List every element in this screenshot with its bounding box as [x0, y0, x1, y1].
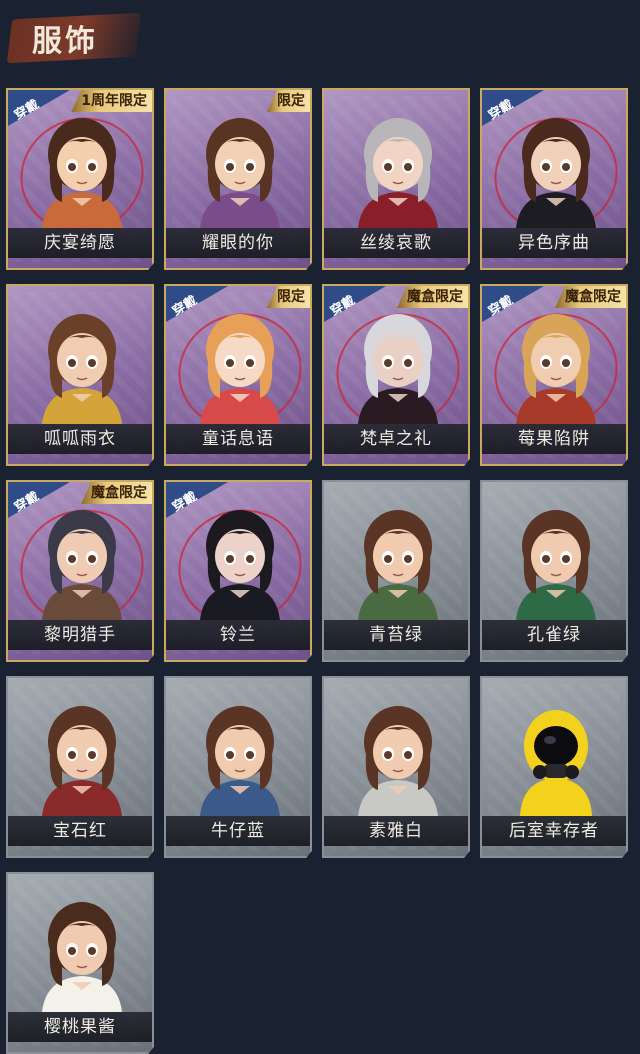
character-portrait: [200, 510, 280, 620]
costume-card[interactable]: 孔雀绿: [480, 480, 628, 662]
costume-card[interactable]: 穿戴 限定 童话息语: [164, 284, 312, 466]
costume-card[interactable]: 穿戴 魔盒限定 梵卓之礼: [322, 284, 470, 466]
costume-card[interactable]: 丝绫哀歌: [322, 88, 470, 270]
character-portrait: [200, 314, 280, 424]
character-portrait: [516, 510, 596, 620]
costume-card[interactable]: 牛仔蓝: [164, 676, 312, 858]
costume-card[interactable]: 限定耀眼的你: [164, 88, 312, 270]
costume-name: 童话息语: [166, 424, 310, 454]
character-portrait: [516, 118, 596, 228]
character-portrait: [520, 710, 592, 816]
limited-tag: 限定: [267, 90, 310, 112]
costume-card[interactable]: 穿戴 铃兰: [164, 480, 312, 662]
costume-name: 梵卓之礼: [324, 424, 468, 454]
character-portrait: [200, 118, 280, 228]
costume-card[interactable]: 宝石红: [6, 676, 154, 858]
limited-tag: 限定: [267, 286, 310, 308]
character-portrait: [42, 510, 122, 620]
costume-name: 庆宴绮愿: [8, 228, 152, 258]
costume-card[interactable]: 后室幸存者: [480, 676, 628, 858]
costume-name: 宝石红: [8, 816, 152, 846]
costume-name: 后室幸存者: [482, 816, 626, 846]
costume-name: 丝绫哀歌: [324, 228, 468, 258]
costume-card[interactable]: 穿戴 魔盒限定 黎明猎手: [6, 480, 154, 662]
costume-name: 孔雀绿: [482, 620, 626, 650]
costume-card[interactable]: 穿戴 魔盒限定 莓果陷阱: [480, 284, 628, 466]
costume-card[interactable]: 穿戴 异色序曲: [480, 88, 628, 270]
costume-card[interactable]: 樱桃果酱: [6, 872, 154, 1054]
character-portrait: [42, 706, 122, 816]
costume-name: 素雅白: [324, 816, 468, 846]
character-portrait: [200, 706, 280, 816]
character-portrait: [358, 314, 438, 424]
costume-name: 呱呱雨衣: [8, 424, 152, 454]
limited-tag: 魔盒限定: [81, 482, 152, 504]
costume-card[interactable]: 青苔绿: [322, 480, 470, 662]
header: 服饰: [0, 0, 640, 80]
character-portrait: [42, 902, 122, 1012]
character-portrait: [516, 314, 596, 424]
costume-name: 青苔绿: [324, 620, 468, 650]
costume-name: 耀眼的你: [166, 228, 310, 258]
costume-name: 莓果陷阱: [482, 424, 626, 454]
page-title: 服饰: [32, 24, 98, 59]
costume-name: 异色序曲: [482, 228, 626, 258]
costume-card[interactable]: 呱呱雨衣: [6, 284, 154, 466]
costume-card[interactable]: 穿戴 1周年限定 庆宴绮愿: [6, 88, 154, 270]
costume-name: 樱桃果酱: [8, 1012, 152, 1042]
costume-name: 牛仔蓝: [166, 816, 310, 846]
costume-name: 铃兰: [166, 620, 310, 650]
limited-tag: 魔盒限定: [555, 286, 626, 308]
character-portrait: [358, 118, 438, 228]
limited-tag: 魔盒限定: [397, 286, 468, 308]
limited-tag: 1周年限定: [71, 90, 152, 112]
character-portrait: [358, 706, 438, 816]
costume-card[interactable]: 素雅白: [322, 676, 470, 858]
character-portrait: [358, 510, 438, 620]
character-portrait: [42, 118, 122, 228]
costume-grid: 穿戴 1周年限定 庆宴绮愿 限定 耀眼的你 丝绫哀歌 穿戴 异色序曲 呱呱雨衣 穿戴 限定 童话息语穿…: [6, 88, 634, 1054]
costume-name: 黎明猎手: [8, 620, 152, 650]
character-portrait: [42, 314, 122, 424]
